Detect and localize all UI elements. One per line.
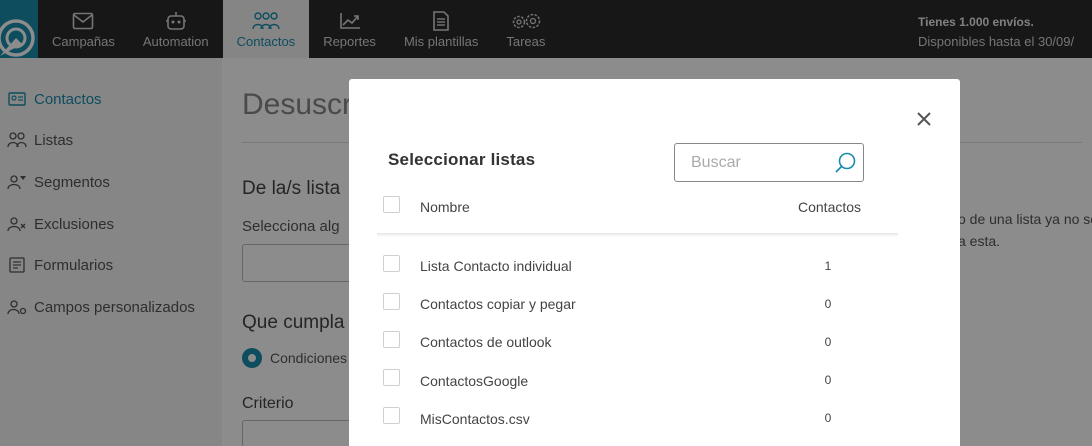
row-checkbox[interactable] — [383, 255, 400, 272]
search-input[interactable] — [675, 153, 825, 172]
list-name: Contactos copiar y pegar — [420, 296, 576, 312]
list-count: 0 — [824, 335, 832, 349]
close-button[interactable] — [912, 107, 936, 131]
list-count: 0 — [824, 297, 832, 311]
list-name: Contactos de outlook — [420, 334, 552, 350]
select-lists-modal: Seleccionar listas Nombre Contactos List… — [349, 79, 960, 446]
search-button[interactable] — [833, 151, 857, 180]
modal-title: Seleccionar listas — [388, 150, 536, 169]
list-name: ContactosGoogle — [420, 373, 529, 389]
list-count: 0 — [824, 411, 832, 425]
list-name: Lista Contacto individual — [420, 258, 572, 274]
header-divider — [377, 233, 898, 237]
search-box — [674, 143, 864, 182]
row-checkbox[interactable] — [383, 293, 400, 310]
search-icon — [835, 152, 856, 173]
column-header-contacts[interactable]: Contactos — [798, 199, 861, 215]
row-checkbox[interactable] — [383, 407, 400, 424]
row-checkbox[interactable] — [383, 369, 400, 386]
close-icon — [917, 112, 931, 126]
column-header-name[interactable]: Nombre — [420, 199, 470, 215]
select-all-checkbox[interactable] — [383, 196, 400, 213]
row-checkbox[interactable] — [383, 331, 400, 348]
list-count: 0 — [824, 373, 832, 387]
list-name: MisContactos.csv — [420, 411, 530, 427]
list-count: 1 — [824, 259, 832, 273]
